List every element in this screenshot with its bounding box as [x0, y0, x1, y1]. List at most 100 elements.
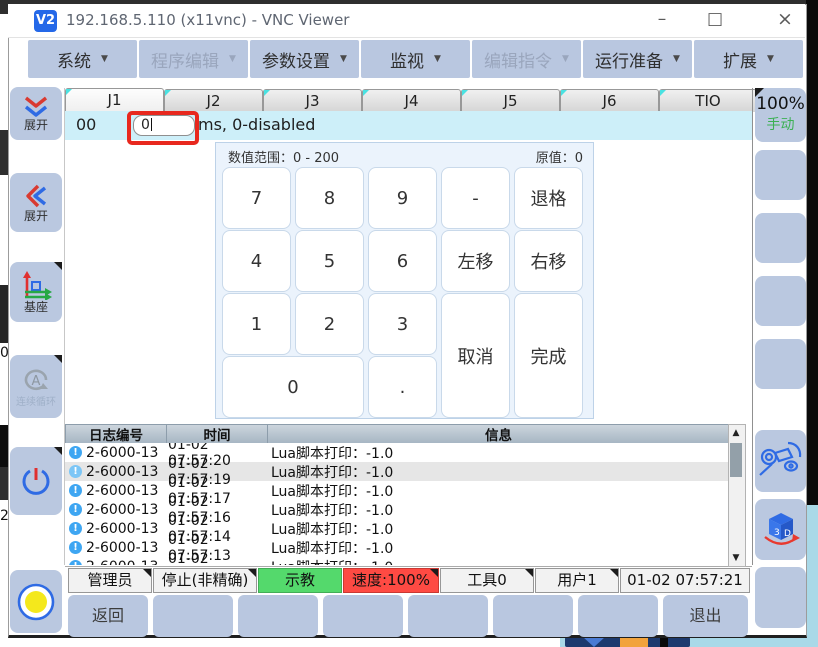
menu-extension[interactable]: 扩展▼: [694, 40, 803, 78]
chevron-down-icon: ▼: [562, 54, 569, 64]
side-blank-button[interactable]: [755, 150, 806, 200]
log-row[interactable]: !2-6000-1301-02 07:57:20Lua脚本打印：-1.0: [65, 443, 728, 462]
original-value-label: 原值：0: [536, 147, 583, 166]
chevron-down-icon: ▼: [229, 54, 236, 64]
chevron-down-icon: ▼: [434, 54, 441, 64]
desktop-right-strip-blue: [806, 505, 818, 647]
key-move-right[interactable]: 右移: [514, 230, 583, 292]
chevron-down-icon: ▼: [767, 54, 774, 64]
desktop-right-strip-dark: [806, 0, 818, 505]
key-dot[interactable]: .: [368, 356, 437, 418]
menu-edit-command: 编辑指令▼: [472, 40, 581, 78]
key-6[interactable]: 6: [368, 230, 437, 292]
bottom-blank-button[interactable]: [323, 595, 403, 637]
double-chevron-down-icon: [23, 96, 49, 118]
base-axes-icon: [20, 270, 52, 300]
menu-monitor[interactable]: 监视▼: [361, 40, 470, 78]
log-row[interactable]: !2-6000-1301-02 07:57:13Lua脚本打印：-1.0: [65, 538, 728, 557]
menu-run-prepare[interactable]: 运行准备▼: [583, 40, 692, 78]
jog-handle-icon: [758, 441, 804, 481]
svg-text:3: 3: [774, 528, 780, 538]
info-icon: !: [69, 560, 82, 565]
vnc-logo-icon: V2: [34, 10, 57, 32]
tab-j1[interactable]: J1: [65, 88, 164, 112]
exit-button[interactable]: 退出: [663, 595, 748, 637]
side-blank-button[interactable]: [755, 213, 806, 263]
bottom-blank-button[interactable]: [153, 595, 233, 637]
key-2[interactable]: 2: [295, 293, 364, 355]
log-row[interactable]: !2-6000-1301-02 07:57:16Lua脚本打印：-1.0: [65, 500, 728, 519]
key-8[interactable]: 8: [295, 167, 364, 229]
menu-system[interactable]: 系统▼: [28, 40, 137, 78]
tab-j4[interactable]: J4: [362, 89, 461, 112]
log-header-id: 日志编号: [66, 425, 167, 443]
view-3d-button[interactable]: 3 D: [755, 499, 806, 560]
continuous-loop-icon: A: [20, 365, 52, 395]
status-speed[interactable]: 速度:100%: [343, 568, 439, 593]
log-row[interactable]: !2-6000-1301-02 07:57:17Lua脚本打印：-1.0: [65, 481, 728, 500]
scrollbar-thumb[interactable]: [730, 443, 742, 477]
base-frame-button[interactable]: 基座: [10, 262, 62, 322]
desktop-bottom-strip: [560, 637, 818, 647]
info-icon: !: [69, 465, 82, 478]
side-blank-button[interactable]: [755, 567, 806, 628]
maximize-button[interactable]: □: [698, 6, 732, 32]
jog-handle-button[interactable]: [755, 430, 806, 492]
tab-j5[interactable]: J5: [461, 89, 560, 112]
content-right-divider: [752, 88, 753, 565]
bottom-blank-button[interactable]: [238, 595, 318, 637]
statusbar-divider: [65, 566, 752, 567]
power-button[interactable]: [10, 447, 62, 515]
key-minus[interactable]: -: [441, 167, 510, 229]
key-5[interactable]: 5: [295, 230, 364, 292]
log-row-selected[interactable]: !2-6000-1301-02 07:57:19Lua脚本打印：-1.0: [65, 462, 728, 481]
window-title: 192.168.5.110 (x11vnc) - VNC Viewer: [66, 11, 349, 29]
desktop-left-strip: 0 2: [0, 0, 8, 647]
speed-mode-button[interactable]: 100% 手动: [755, 88, 806, 142]
info-icon: !: [69, 484, 82, 497]
tab-j3[interactable]: J3: [263, 89, 362, 112]
double-chevron-left-icon: [24, 183, 48, 209]
scroll-down-icon[interactable]: ▼: [729, 551, 743, 565]
back-button[interactable]: 返回: [68, 595, 148, 637]
menu-parameter-settings[interactable]: 参数设置▼: [250, 40, 359, 78]
key-backspace[interactable]: 退格: [514, 167, 583, 229]
bottom-blank-button[interactable]: [408, 595, 488, 637]
side-blank-button[interactable]: [755, 339, 806, 389]
status-user-frame[interactable]: 用户1: [535, 568, 619, 593]
expand-down-button[interactable]: 展开: [10, 87, 62, 140]
cube-3d-icon: 3 D: [760, 509, 802, 551]
status-tool[interactable]: 工具0: [440, 568, 534, 593]
tab-j2[interactable]: J2: [164, 89, 263, 112]
key-done[interactable]: 完成: [514, 293, 583, 418]
status-run-state[interactable]: 停止(非精确): [153, 568, 257, 593]
tab-j6[interactable]: J6: [560, 89, 659, 112]
tab-marker: [66, 89, 72, 95]
key-7[interactable]: 7: [222, 167, 291, 229]
side-blank-button[interactable]: [755, 276, 806, 326]
minimize-button[interactable]: –: [645, 6, 679, 32]
key-cancel[interactable]: 取消: [441, 293, 510, 418]
enable-button[interactable]: [10, 570, 62, 633]
bottom-blank-button[interactable]: [493, 595, 573, 637]
key-3[interactable]: 3: [368, 293, 437, 355]
log-row[interactable]: !2-6000-1301-02 07:57:14Lua脚本打印：-1.0: [65, 519, 728, 538]
bottom-blank-button[interactable]: [578, 595, 658, 637]
scroll-up-icon[interactable]: ▲: [729, 426, 743, 440]
expand-left-button[interactable]: 展开: [10, 173, 62, 232]
key-move-left[interactable]: 左移: [441, 230, 510, 292]
log-row[interactable]: !2-6000-1301-02 07:57:11Lua脚本打印：-1.0: [65, 557, 728, 565]
status-mode-teach[interactable]: 示教: [258, 568, 342, 593]
svg-text:A: A: [32, 374, 41, 389]
status-user-role[interactable]: 管理员: [68, 568, 152, 593]
key-4[interactable]: 4: [222, 230, 291, 292]
key-0[interactable]: 0: [222, 356, 364, 418]
key-9[interactable]: 9: [368, 167, 437, 229]
log-scrollbar[interactable]: ▲ ▼: [728, 424, 746, 567]
key-1[interactable]: 1: [222, 293, 291, 355]
continuous-loop-button: A 连续循环: [10, 355, 62, 418]
close-button[interactable]: ×: [768, 6, 802, 32]
log-header-time: 时间: [167, 425, 268, 443]
tab-tio[interactable]: TIO: [659, 89, 757, 112]
info-icon: !: [69, 503, 82, 516]
